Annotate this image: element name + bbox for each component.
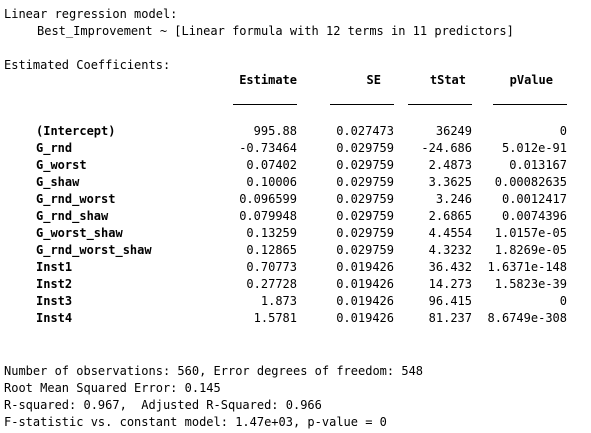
cell-pvalue: 0.013167 [509, 158, 567, 172]
cell-se: 0.029759 [336, 175, 394, 189]
table-row: G_worst 0.07402 0.029759 2.4873 0.013167 [36, 157, 567, 174]
cell-estimate: 0.096599 [239, 192, 297, 206]
cell-pvalue: 0 [559, 124, 567, 138]
cell-pvalue: 1.5823e-39 [494, 277, 567, 291]
cell-tstat: 2.4873 [428, 158, 472, 172]
cell-pvalue: 0.0012417 [501, 192, 567, 206]
table-header-row: Estimate SE tStat pValue [36, 72, 567, 89]
cell-estimate: 0.10006 [246, 175, 297, 189]
cell-tstat: 36249 [435, 124, 472, 138]
table-row: G_rnd -0.73464 0.029759 -24.686 5.012e-91 [36, 140, 567, 157]
row-name: G_worst [36, 158, 87, 172]
column-header-tstat: tStat [429, 73, 466, 87]
column-header-estimate: Estimate [239, 73, 297, 87]
row-name: G_rnd_worst [36, 192, 116, 206]
cell-tstat: 2.6865 [428, 209, 472, 223]
table-row: Inst4 1.5781 0.019426 81.237 8.6749e-308 [36, 310, 567, 327]
cell-tstat: 4.4554 [428, 226, 472, 240]
row-name: G_rnd_shaw [36, 209, 109, 223]
row-name: G_rnd [36, 141, 73, 155]
row-name: G_rnd_worst_shaw [36, 243, 152, 257]
cell-estimate: 995.88 [253, 124, 297, 138]
cell-se: 0.029759 [336, 192, 394, 206]
cell-estimate: 0.27728 [246, 277, 297, 291]
row-name: Inst2 [36, 277, 73, 291]
coefficients-table: Estimate SE tStat pValue (Intercept) 995.… [36, 72, 567, 327]
row-name: Inst3 [36, 294, 73, 308]
table-row: G_worst_shaw 0.13259 0.029759 4.4554 1.0157e… [36, 225, 567, 242]
cell-estimate: 0.12865 [246, 243, 297, 257]
fstatistic-line: F-statistic vs. constant model: 1.47e+03… [4, 415, 387, 429]
cell-se: 0.027473 [336, 124, 394, 138]
table-row: G_rnd_worst 0.096599 0.029759 3.246 0.001241… [36, 191, 567, 208]
row-name: G_shaw [36, 175, 80, 189]
header-underline-row [36, 89, 567, 106]
model-heading: Linear regression model: [4, 7, 178, 21]
cell-tstat: -24.686 [421, 141, 472, 155]
cell-se: 0.029759 [336, 158, 394, 172]
cell-pvalue: 1.6371e-148 [487, 260, 567, 274]
table-row: G_shaw 0.10006 0.029759 3.3625 0.00082635 [36, 174, 567, 191]
cell-se: 0.029759 [336, 209, 394, 223]
cell-estimate: 1.873 [260, 294, 297, 308]
cell-se: 0.019426 [336, 294, 394, 308]
cell-estimate: 0.07402 [246, 158, 297, 172]
cell-se: 0.029759 [336, 243, 394, 257]
cell-pvalue: 1.8269e-05 [494, 243, 567, 257]
row-name: (Intercept) [36, 124, 116, 138]
table-row: Inst1 0.70773 0.019426 36.432 1.6371e-148 [36, 259, 567, 276]
cell-estimate: 0.70773 [246, 260, 297, 274]
cell-tstat: 3.3625 [428, 175, 472, 189]
cell-se: 0.029759 [336, 141, 394, 155]
cell-tstat: 3.246 [435, 192, 472, 206]
rsquared-line: R-squared: 0.967, Adjusted R-Squared: 0.… [4, 398, 322, 412]
cell-estimate: 0.079948 [239, 209, 297, 223]
row-name: Inst4 [36, 311, 73, 325]
underline-pvalue [493, 104, 567, 105]
cell-estimate: 0.13259 [246, 226, 297, 240]
table-row: Inst3 1.873 0.019426 96.415 0 [36, 293, 567, 310]
cell-pvalue: 0.00082635 [494, 175, 567, 189]
cell-tstat: 36.432 [428, 260, 472, 274]
command-window-output: Linear regression model: Best_Improvemen… [0, 0, 591, 433]
cell-estimate: 1.5781 [253, 311, 297, 325]
column-header-se: SE [366, 73, 381, 87]
coefficients-body: (Intercept) 995.88 0.027473 36249 0 G_rnd -0.7… [36, 123, 567, 327]
cell-pvalue: 1.0157e-05 [494, 226, 567, 240]
table-row: G_rnd_shaw 0.079948 0.029759 2.6865 0.007439… [36, 208, 567, 225]
observations-line: Number of observations: 560, Error degre… [4, 364, 424, 378]
cell-pvalue: 8.6749e-308 [487, 311, 567, 325]
table-row: G_rnd_worst_shaw 0.12865 0.029759 4.3232 1.8… [36, 242, 567, 259]
underline-se [330, 104, 394, 105]
cell-se: 0.019426 [336, 277, 394, 291]
table-row: Inst2 0.27728 0.019426 14.273 1.5823e-39 [36, 276, 567, 293]
cell-estimate: -0.73464 [239, 141, 297, 155]
cell-se: 0.019426 [336, 311, 394, 325]
cell-pvalue: 0.0074396 [501, 209, 567, 223]
row-name: Inst1 [36, 260, 73, 274]
column-header-pvalue: pValue [509, 73, 553, 87]
cell-se: 0.019426 [336, 260, 394, 274]
rmse-line: Root Mean Squared Error: 0.145 [4, 381, 221, 395]
cell-tstat: 96.415 [428, 294, 472, 308]
cell-pvalue: 0 [559, 294, 567, 308]
underline-estimate [233, 104, 297, 105]
coefficients-heading: Estimated Coefficients: [4, 58, 171, 72]
header-blank [36, 72, 196, 89]
cell-pvalue: 5.012e-91 [501, 141, 567, 155]
underline-tstat [408, 104, 472, 105]
cell-se: 0.029759 [336, 226, 394, 240]
cell-tstat: 81.237 [428, 311, 472, 325]
row-name: G_worst_shaw [36, 226, 123, 240]
cell-tstat: 14.273 [428, 277, 472, 291]
model-formula: Best_Improvement ~ [Linear formula with … [37, 24, 514, 38]
cell-tstat: 4.3232 [428, 243, 472, 257]
table-row: (Intercept) 995.88 0.027473 36249 0 [36, 123, 567, 140]
